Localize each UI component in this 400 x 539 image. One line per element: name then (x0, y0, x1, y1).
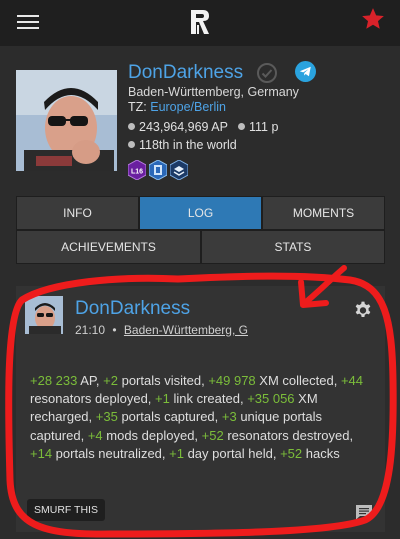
rank-stat: 118th in the world (128, 138, 237, 152)
activity-number: +28 233 (30, 373, 78, 388)
comment-icon[interactable] (355, 504, 373, 520)
activity-number: +49 978 (208, 373, 256, 388)
activity-text: portals visited, (117, 373, 209, 388)
post-avatar[interactable] (25, 296, 63, 334)
app-logo-icon[interactable] (188, 8, 212, 36)
activity-number: +14 (30, 445, 53, 461)
avatar (16, 70, 117, 171)
medal-badge-icon (149, 160, 167, 180)
activity-number: +2 (103, 373, 118, 388)
activity-text: portals neutralized, (52, 445, 170, 461)
activity-number: +4 (87, 427, 103, 443)
activity-number: +52 (201, 427, 224, 443)
ap-value: 243,964,969 AP (139, 120, 228, 134)
activity-text: portals captured, (117, 409, 222, 425)
level-value: 111 p (249, 120, 279, 134)
level-16-badge-icon: L16 (128, 160, 146, 180)
post-location[interactable]: Baden-Württemberg, G (124, 323, 248, 337)
activity-text: day portal held, (183, 445, 281, 461)
tab-stats[interactable]: STATS (201, 230, 385, 264)
profile-tabs: INFO LOG MOMENTS ACHIEVEMENTS STATS (16, 196, 385, 264)
profile-username[interactable]: DonDarkness (128, 62, 243, 84)
post-activity-text: +28 233 AP, +2 portals visited, +49 978 … (30, 372, 375, 463)
tab-info[interactable]: INFO (16, 196, 139, 230)
timezone: TZ: Europe/Berlin (128, 100, 226, 114)
level-stat: 111 p (238, 120, 278, 134)
activity-text: hacks (302, 445, 340, 461)
activity-text: link created, (169, 391, 248, 407)
activity-number: +52 (280, 445, 303, 461)
tab-moments[interactable]: MOMENTS (262, 196, 385, 230)
ap-dot-icon (128, 123, 135, 130)
smurf-this-button[interactable]: SMURF THIS (27, 499, 105, 521)
verified-check-icon (257, 63, 277, 83)
star-icon[interactable] (360, 6, 386, 32)
activity-text: mods deployed, (102, 427, 202, 443)
post-username[interactable]: DonDarkness (75, 298, 190, 320)
level-dot-icon (238, 123, 245, 130)
post-separator: • (112, 323, 117, 337)
activity-text: AP, (77, 373, 104, 388)
activity-number: +1 (155, 391, 170, 407)
telegram-icon[interactable] (295, 61, 316, 82)
rank-dot-icon (128, 141, 135, 148)
activity-number: +35 (95, 409, 118, 425)
ap-stat: 243,964,969 AP (128, 120, 228, 134)
activity-number: +1 (169, 445, 184, 461)
timezone-label: TZ: (128, 100, 147, 114)
tab-log[interactable]: LOG (139, 196, 262, 230)
activity-number: +44 (340, 373, 363, 388)
gear-icon[interactable] (353, 300, 373, 320)
profile-location: Baden-Württemberg, Germany (128, 85, 299, 99)
log-post-card: DonDarkness 21:10 • Baden-Württemberg, G… (16, 286, 385, 532)
post-time: 21:10 (75, 323, 106, 337)
activity-number: +3 (221, 409, 237, 425)
timezone-value[interactable]: Europe/Berlin (150, 100, 226, 114)
activity-text: resonators deployed, (30, 391, 156, 407)
post-meta: 21:10 • Baden-Württemberg, G (75, 323, 248, 337)
top-bar (0, 0, 400, 46)
activity-text: XM collected, (255, 373, 341, 388)
level-badge-text: L16 (131, 169, 143, 176)
layers-badge-icon (170, 160, 188, 180)
hamburger-icon[interactable] (17, 15, 39, 29)
activity-number: +35 056 (247, 391, 295, 407)
tab-achievements[interactable]: ACHIEVEMENTS (16, 230, 201, 264)
rank-value: 118th in the world (139, 138, 237, 152)
activity-text: resonators destroyed, (223, 427, 354, 443)
